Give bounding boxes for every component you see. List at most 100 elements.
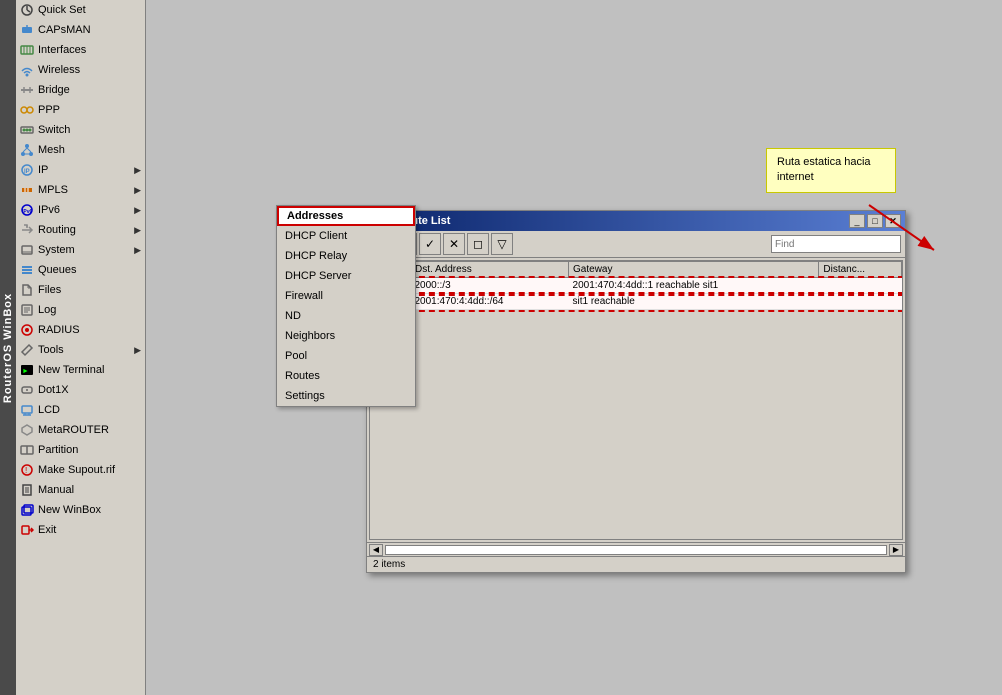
winbox-label-text: RouterOS WinBox	[2, 292, 14, 402]
filter-button[interactable]: ▽	[491, 233, 513, 255]
bridge-icon	[20, 83, 34, 97]
sidebar-item-capsman[interactable]: CAPsMAN	[16, 20, 145, 40]
quick-set-label: Quick Set	[38, 4, 86, 16]
manual-label: Manual	[38, 484, 74, 496]
scroll-track[interactable]	[385, 545, 887, 555]
tools-icon	[20, 343, 34, 357]
sidebar-item-ipv6[interactable]: IPv6 IPv6 ▶	[16, 200, 145, 220]
sidebar-item-system[interactable]: System ▶	[16, 240, 145, 260]
sidebar-item-partition[interactable]: Partition	[16, 440, 145, 460]
ppp-label: PPP	[38, 104, 60, 116]
exit-label: Exit	[38, 524, 56, 536]
sidebar-item-log[interactable]: Log	[16, 300, 145, 320]
sidebar-item-tools[interactable]: Tools ▶	[16, 340, 145, 360]
check-button[interactable]: ✓	[419, 233, 441, 255]
ip-arrow-icon: ▶	[134, 165, 141, 176]
sidebar-item-routing[interactable]: Routing ▶	[16, 220, 145, 240]
ipv6-label: IPv6	[38, 204, 60, 216]
neighbors-label: Neighbors	[285, 330, 335, 342]
sidebar-item-mesh[interactable]: Mesh	[16, 140, 145, 160]
col-gateway[interactable]: Gateway	[569, 262, 819, 278]
sidebar-item-lcd[interactable]: LCD	[16, 400, 145, 420]
svg-text:IPv6: IPv6	[22, 209, 33, 215]
sidebar-item-exit[interactable]: Exit	[16, 520, 145, 540]
sidebar-item-dot1x[interactable]: Dot1X	[16, 380, 145, 400]
scroll-right-button[interactable]: ▶	[889, 544, 903, 556]
mesh-label: Mesh	[38, 144, 65, 156]
row2-dst: 2001:470:4:4dd::/64	[411, 294, 569, 310]
routing-label: Routing	[38, 224, 76, 236]
sidebar-item-bridge[interactable]: Bridge	[16, 80, 145, 100]
submenu-item-dhcp-server[interactable]: DHCP Server	[277, 266, 415, 286]
winbox-label: RouterOS WinBox	[0, 0, 16, 695]
mesh-icon	[20, 143, 34, 157]
mpls-arrow-icon: ▶	[134, 185, 141, 196]
svg-text:!: !	[25, 466, 27, 475]
table-row[interactable]: DAC ▶ 2001:470:4:4dd::/64 sit1 reachable	[371, 294, 902, 310]
sidebar-item-radius[interactable]: RADIUS	[16, 320, 145, 340]
sidebar-item-mpls[interactable]: MPLS ▶	[16, 180, 145, 200]
window-toolbar: + − ✓ ✕ ◻ ▽	[367, 231, 905, 258]
sidebar-item-ip[interactable]: IP IP ▶	[16, 160, 145, 180]
submenu-item-settings[interactable]: Settings	[277, 386, 415, 406]
settings-label: Settings	[285, 390, 325, 402]
tools-arrow-icon: ▶	[134, 345, 141, 356]
ip-label: IP	[38, 164, 48, 176]
wireless-label: Wireless	[38, 64, 80, 76]
sidebar-item-new-winbox[interactable]: New WinBox	[16, 500, 145, 520]
wireless-icon	[20, 63, 34, 77]
submenu-item-dhcp-relay[interactable]: DHCP Relay	[277, 246, 415, 266]
row1-gateway: 2001:470:4:4dd::1 reachable sit1	[569, 278, 819, 294]
terminal-icon: ►	[20, 363, 34, 377]
col-dst[interactable]: Dst. Address	[411, 262, 569, 278]
submenu-item-firewall[interactable]: Firewall	[277, 286, 415, 306]
submenu-item-addresses[interactable]: Addresses	[277, 206, 415, 226]
firewall-label: Firewall	[285, 290, 323, 302]
new-winbox-icon	[20, 503, 34, 517]
col-distance[interactable]: Distanc...	[819, 262, 902, 278]
queues-icon	[20, 263, 34, 277]
copy-button[interactable]: ◻	[467, 233, 489, 255]
capsman-label: CAPsMAN	[38, 24, 91, 36]
cross-button[interactable]: ✕	[443, 233, 465, 255]
partition-label: Partition	[38, 444, 78, 456]
ip-icon: IP	[20, 163, 34, 177]
files-label: Files	[38, 284, 61, 296]
callout-tooltip: Ruta estatica hacia internet	[766, 148, 896, 193]
submenu-item-neighbors[interactable]: Neighbors	[277, 326, 415, 346]
system-arrow-icon: ▶	[134, 245, 141, 256]
ppp-icon	[20, 103, 34, 117]
system-icon	[20, 243, 34, 257]
sidebar-item-ppp[interactable]: PPP	[16, 100, 145, 120]
files-icon	[20, 283, 34, 297]
new-terminal-label: New Terminal	[38, 364, 104, 376]
bridge-label: Bridge	[38, 84, 70, 96]
sidebar-item-manual[interactable]: Manual	[16, 480, 145, 500]
ipv6-arrow-icon: ▶	[134, 205, 141, 216]
submenu-item-nd[interactable]: ND	[277, 306, 415, 326]
route-table-container: Dst. Address Gateway Distanc... AS ▶ 200…	[369, 260, 903, 540]
sidebar-item-new-terminal[interactable]: ► New Terminal	[16, 360, 145, 380]
mpls-label: MPLS	[38, 184, 68, 196]
sidebar-item-queues[interactable]: Queues	[16, 260, 145, 280]
submenu-item-pool[interactable]: Pool	[277, 346, 415, 366]
table-row[interactable]: AS ▶ 2000::/3 2001:470:4:4dd::1 reachabl…	[371, 278, 902, 294]
sidebar-item-metarouter[interactable]: MetaROUTER	[16, 420, 145, 440]
sidebar-item-files[interactable]: Files	[16, 280, 145, 300]
window-titlebar: IPv6 Route List _ □ ✕	[367, 211, 905, 231]
sidebar-item-make-supout[interactable]: ! Make Supout.rif	[16, 460, 145, 480]
scroll-left-button[interactable]: ◀	[369, 544, 383, 556]
submenu-item-dhcp-client[interactable]: DHCP Client	[277, 226, 415, 246]
sidebar-item-wireless[interactable]: Wireless	[16, 60, 145, 80]
lcd-icon	[20, 403, 34, 417]
nd-label: ND	[285, 310, 301, 322]
addresses-label: Addresses	[287, 210, 343, 222]
sidebar-item-switch[interactable]: Switch	[16, 120, 145, 140]
sidebar-item-interfaces[interactable]: Interfaces	[16, 40, 145, 60]
dhcp-client-label: DHCP Client	[285, 230, 347, 242]
submenu-item-routes[interactable]: Routes	[277, 366, 415, 386]
minimize-button[interactable]: _	[849, 214, 865, 228]
sidebar-item-quick-set[interactable]: Quick Set	[16, 0, 145, 20]
dhcp-relay-label: DHCP Relay	[285, 250, 347, 262]
log-label: Log	[38, 304, 56, 316]
